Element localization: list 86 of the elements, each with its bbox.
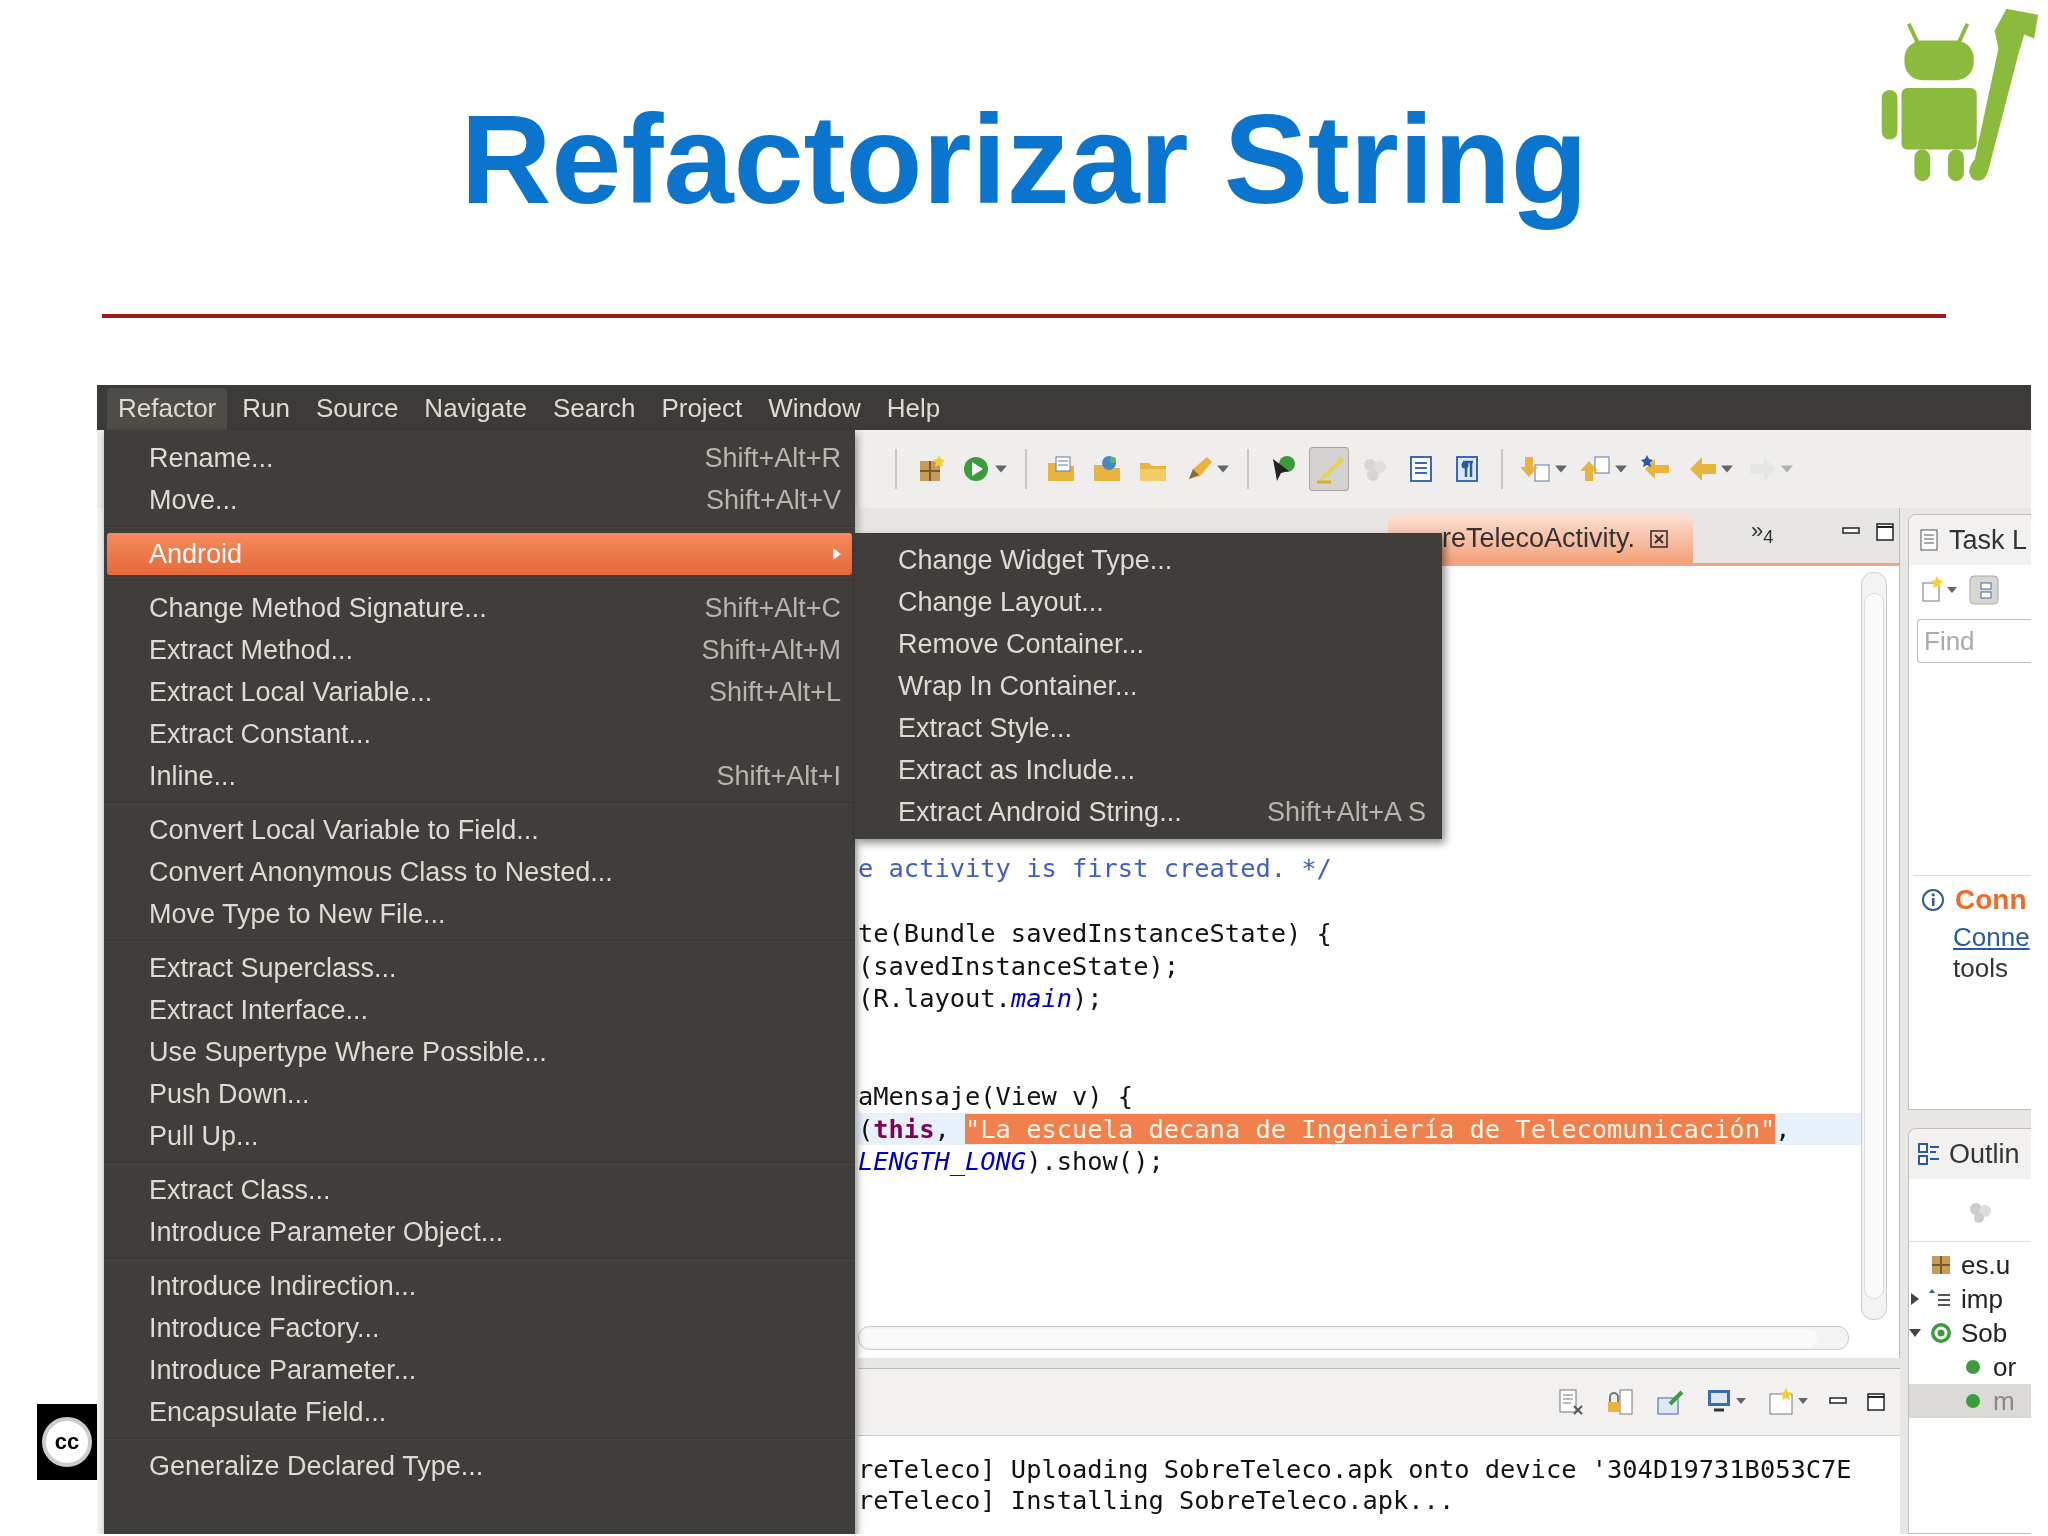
- menu-item[interactable]: Inline... Shift+Alt+I: [104, 755, 855, 797]
- tree-item[interactable]: or: [1909, 1350, 2031, 1384]
- slide-title: Refactorizar String: [460, 88, 1588, 230]
- menu-item[interactable]: Extract Style...: [855, 707, 1442, 749]
- menu-item[interactable]: Change Method Signature... Shift+Alt+C: [104, 587, 855, 629]
- close-icon[interactable]: [1649, 528, 1670, 549]
- shortcut-label: Shift+Alt+I: [716, 760, 841, 792]
- submenu-arrow-icon: [833, 548, 841, 560]
- menu-item[interactable]: Change Layout...: [855, 581, 1442, 623]
- menu-bar-item[interactable]: Project: [650, 388, 754, 430]
- menu-item[interactable]: Extract Method... Shift+Alt+M: [104, 629, 855, 671]
- menu-bar-item[interactable]: Search: [542, 388, 647, 430]
- menu-item[interactable]: Move... Shift+Alt+V: [104, 479, 855, 521]
- find-field[interactable]: Find: [1917, 619, 2031, 663]
- menu-bar-item[interactable]: Refactor: [107, 388, 228, 430]
- shortcut-label: Shift+Alt+R: [704, 442, 841, 474]
- console-line: reTeleco] Uploading SobreTeleco.apk onto device '304D19731B053C7E: [858, 1454, 1852, 1485]
- license-badge: cc: [37, 1404, 97, 1480]
- menu-bar-item[interactable]: Window: [757, 388, 872, 430]
- menu-item[interactable]: Rename... Shift+Alt+R: [104, 437, 855, 479]
- menu-item[interactable]: Convert Local Variable to Field...: [104, 809, 855, 851]
- menu-item[interactable]: Extract as Include...: [855, 749, 1442, 791]
- outline-icon: [1917, 1142, 1941, 1166]
- shortcut-label: Shift+Alt+L: [708, 676, 841, 708]
- method-icon: [1966, 1394, 1980, 1408]
- menu-bar-item[interactable]: Source: [304, 388, 410, 430]
- shortcut-label: Shift+Alt+A S: [1266, 796, 1426, 828]
- code-line: (R.layout.main);: [858, 982, 1103, 1015]
- menu-item[interactable]: Introduce Indirection...: [104, 1265, 855, 1307]
- menu-item[interactable]: Introduce Parameter Object...: [104, 1211, 855, 1253]
- task-list-icon: [1917, 528, 1941, 552]
- caret-icon: [995, 465, 1007, 473]
- menu-item[interactable]: Extract Class...: [104, 1169, 855, 1211]
- tree-item[interactable]: imp: [1909, 1282, 2031, 1316]
- new-task-icon[interactable]: [1919, 575, 1959, 605]
- menu-item[interactable]: Encapsulate Field...: [104, 1391, 855, 1433]
- tab-overflow-chevron[interactable]: »$_{4}$: [1751, 518, 1774, 549]
- menu-item[interactable]: Push Down...: [104, 1073, 855, 1115]
- caret-icon: [1615, 465, 1627, 473]
- shortcut-label: Shift+Alt+C: [704, 592, 841, 624]
- connect-link[interactable]: Conne: [1921, 922, 2030, 953]
- maximize-icon[interactable]: [1875, 522, 1895, 542]
- code-line: te(Bundle savedInstanceState) {: [858, 917, 1332, 950]
- menu-item[interactable]: Extract Interface...: [104, 989, 855, 1031]
- menu-item[interactable]: Pull Up...: [104, 1115, 855, 1157]
- expanded-arrow-icon[interactable]: [1909, 1327, 1921, 1339]
- menu-item[interactable]: Remove Container...: [855, 623, 1442, 665]
- console-line: reTeleco] Installing SobreTeleco.apk...: [858, 1485, 1455, 1516]
- menu-item[interactable]: Convert Anonymous Class to Nested...: [104, 851, 855, 893]
- horizontal-scrollbar[interactable]: [858, 1326, 1849, 1350]
- class-icon: [1929, 1321, 1953, 1345]
- maximize-icon[interactable]: [1866, 1392, 1886, 1412]
- menu-item[interactable]: Introduce Parameter...: [104, 1349, 855, 1391]
- connect-heading: Conn: [1955, 884, 2027, 916]
- menu-item[interactable]: Introduce Factory...: [104, 1307, 855, 1349]
- categories-icon[interactable]: [1969, 575, 1999, 605]
- menu-item[interactable]: Move Type to New File...: [104, 893, 855, 935]
- code-line: (savedInstanceState);: [858, 949, 1179, 983]
- menu-item[interactable]: Wrap In Container...: [855, 665, 1442, 707]
- vertical-scrollbar[interactable]: [1861, 572, 1887, 1320]
- info-icon: [1921, 888, 1945, 912]
- menu-item[interactable]: Extract Constant...: [104, 713, 855, 755]
- package-icon: [1929, 1253, 1953, 1277]
- tree-item[interactable]: Sob: [1909, 1316, 2031, 1350]
- menu-bar-item[interactable]: Run: [231, 388, 301, 430]
- code-line: e activity is first created. */: [858, 852, 1332, 885]
- menu-item[interactable]: Generalize Declared Type...: [104, 1445, 855, 1487]
- menu-item[interactable]: Extract Local Variable... Shift+Alt+L: [104, 671, 855, 713]
- menu-item[interactable]: Extract Android String... Shift+Alt+A S: [855, 791, 1442, 833]
- caret-icon: [1781, 465, 1793, 473]
- connect-text: tools: [1952, 953, 2008, 984]
- menu-bar-item[interactable]: Navigate: [413, 388, 538, 430]
- shortcut-label: Shift+Alt+V: [705, 484, 841, 516]
- new-console-icon[interactable]: [1766, 1386, 1810, 1418]
- method-icon: [1966, 1360, 1980, 1374]
- caret-icon: [1721, 465, 1733, 473]
- shortcut-label: Shift+Alt+M: [701, 634, 841, 666]
- menu-item[interactable]: Use Supertype Where Possible...: [104, 1031, 855, 1073]
- caret-icon: [1555, 465, 1567, 473]
- tree-item[interactable]: es.u: [1909, 1248, 2031, 1282]
- caret-icon: [1217, 465, 1229, 473]
- code-line: LENGTH_LONG).show();: [858, 1145, 1164, 1178]
- menu-bar-item[interactable]: Help: [875, 388, 952, 430]
- menu-item[interactable]: Extract Superclass...: [104, 947, 855, 989]
- collapsed-arrow-icon[interactable]: [1909, 1293, 1921, 1305]
- code-line: aMensaje(View v) {: [858, 1080, 1134, 1113]
